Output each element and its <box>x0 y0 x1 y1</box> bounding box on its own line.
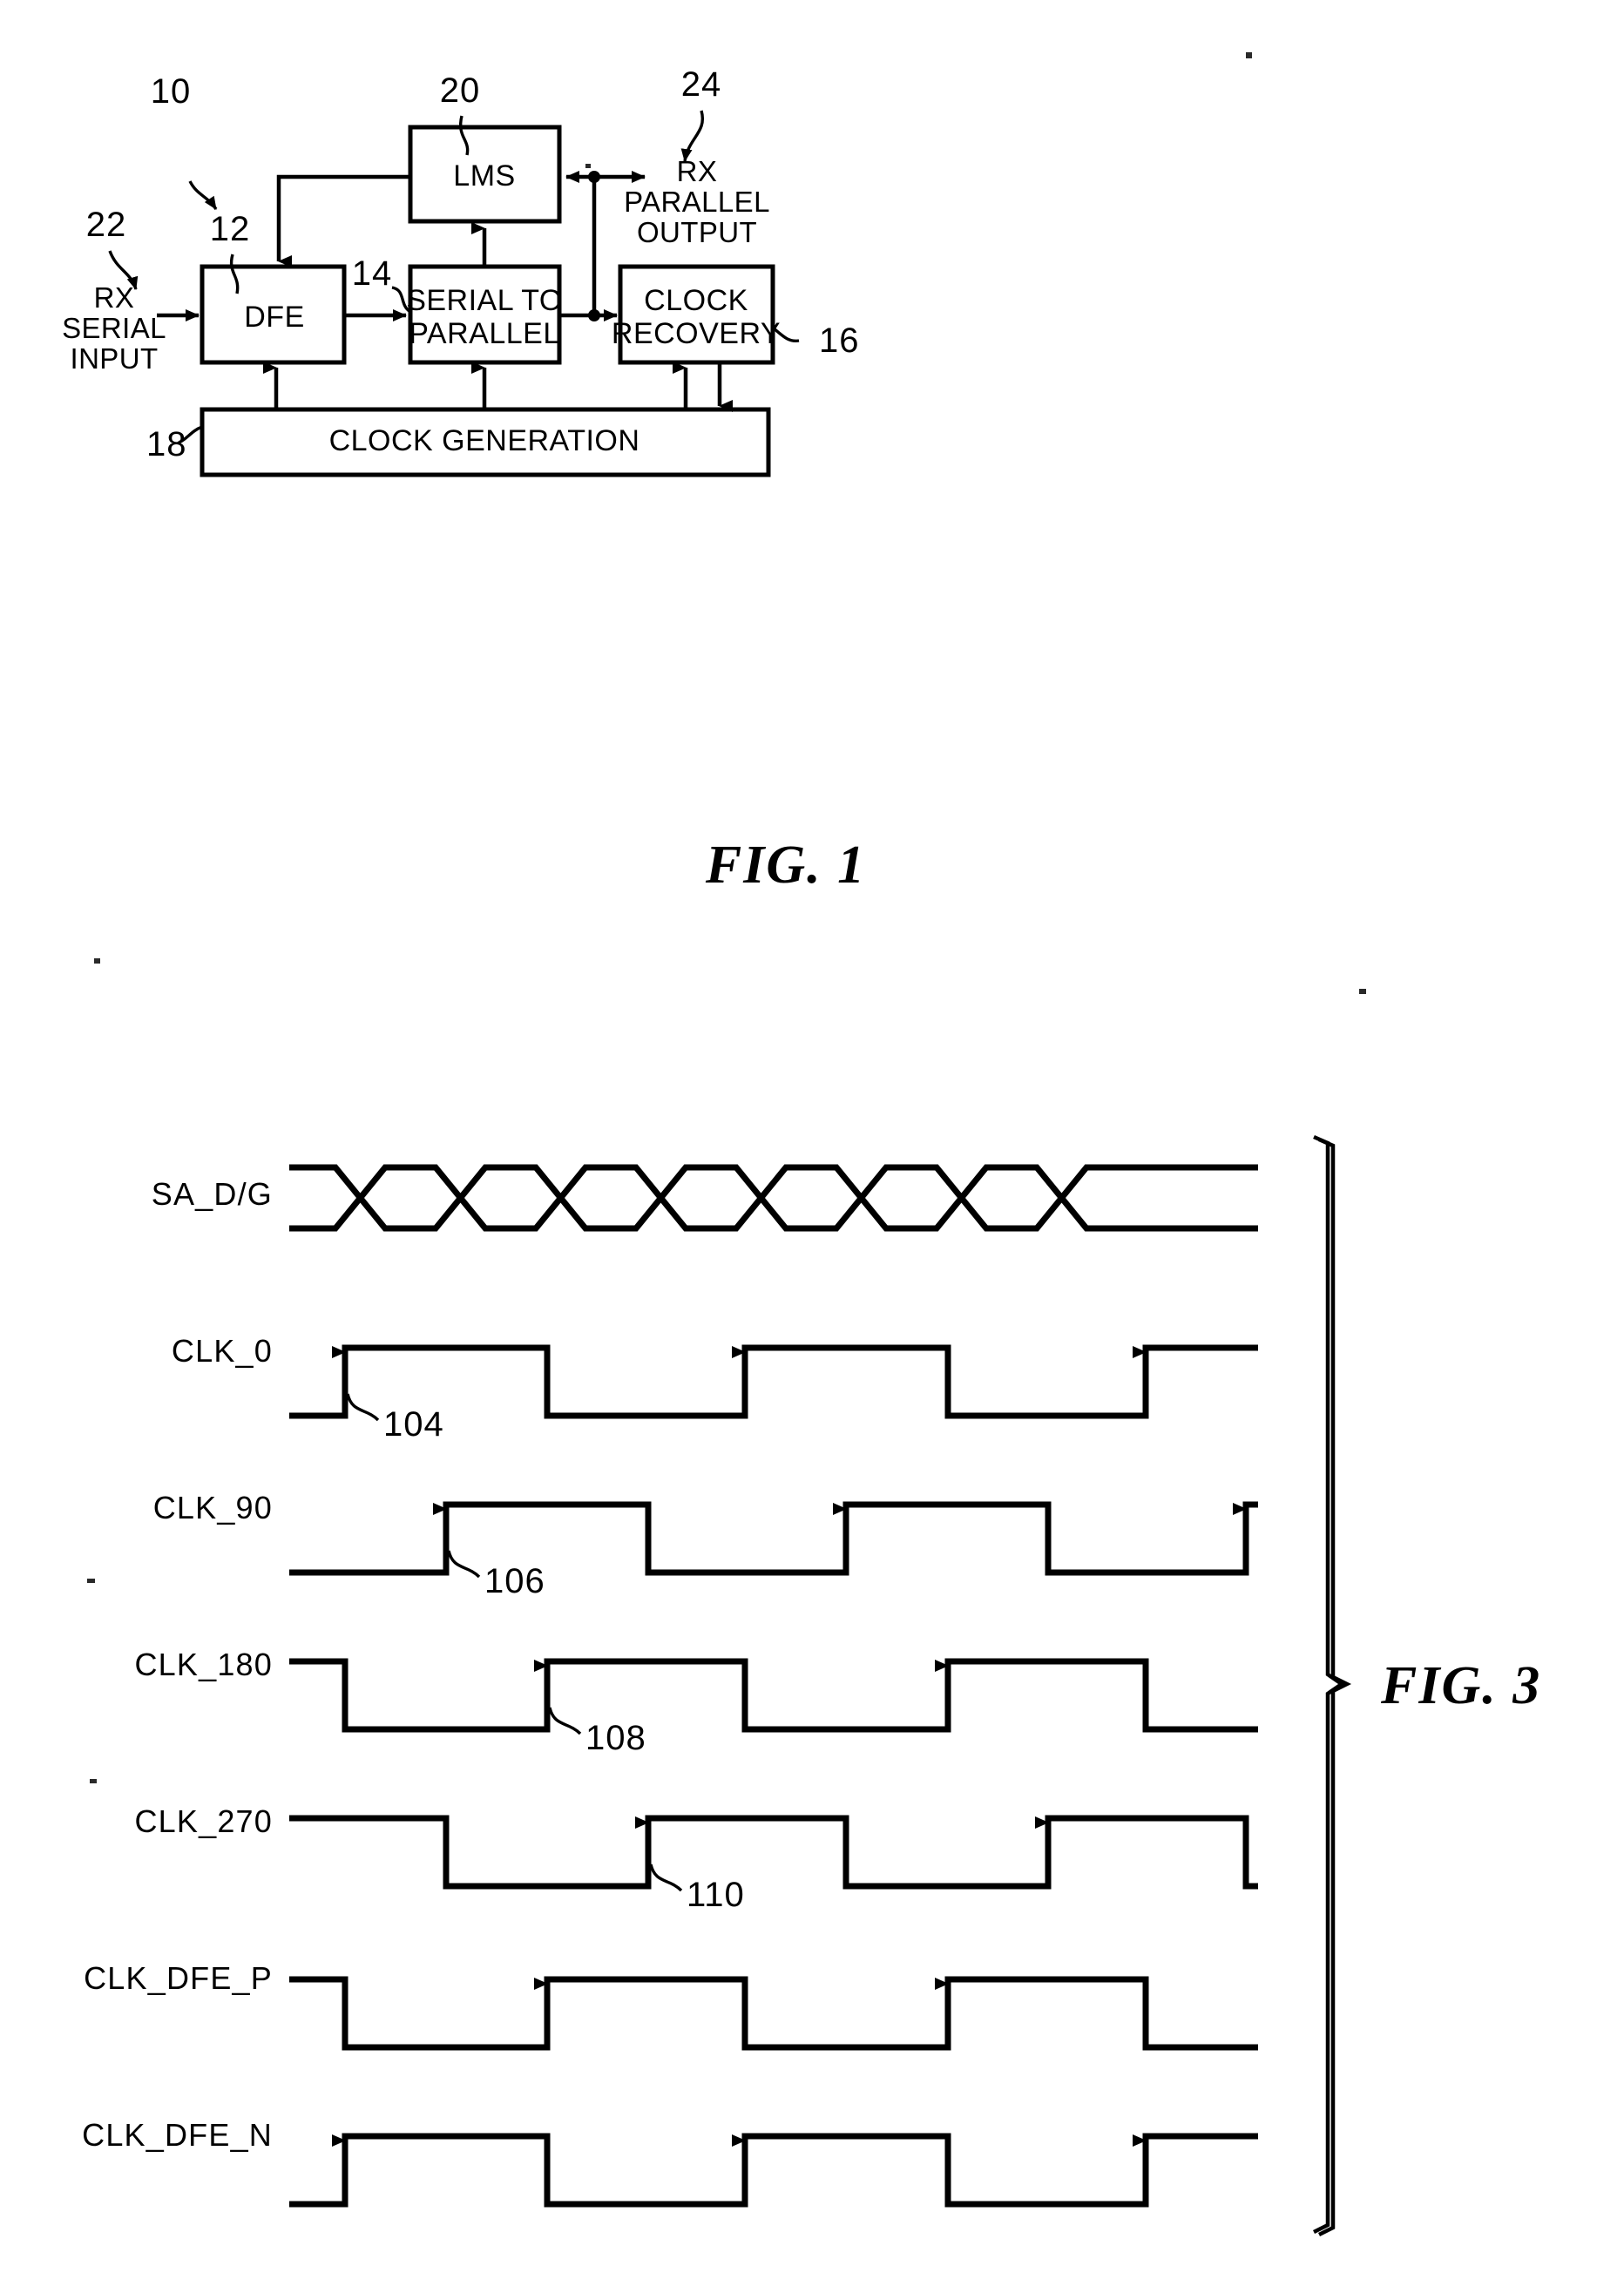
fig1-caption: FIG. 1 <box>705 835 866 895</box>
rx-serial-input-line1: RX <box>94 281 135 314</box>
ref-20: 20 <box>440 71 481 110</box>
signal-label-clk-270: CLK_270 <box>134 1803 273 1839</box>
junction-dot-clock-recovery-in <box>588 309 600 321</box>
waveform-clk-180 <box>289 1658 1258 1733</box>
block-serial-to-parallel-label-line2: PARALLEL <box>409 317 559 350</box>
ref-24: 24 <box>681 65 722 104</box>
ref-108: 108 <box>585 1719 646 1757</box>
patent-drawing-sheet: 10 20 LMS 24 RX PARALLEL OUTPUT 22 RX SE… <box>0 0 1624 2293</box>
ref-22: 22 <box>86 206 127 244</box>
block-lms-label: LMS <box>453 159 515 193</box>
ref-110: 110 <box>687 1876 745 1914</box>
ref-16: 16 <box>819 321 860 360</box>
fig1-group: 10 20 LMS 24 RX PARALLEL OUTPUT 22 RX SE… <box>62 65 866 895</box>
block-clock-recovery-label-line2: RECOVERY <box>612 317 781 350</box>
block-serial-to-parallel-label-line1: SERIAL TO <box>406 284 563 317</box>
ref-10-leader <box>188 180 218 210</box>
block-clock-recovery-label-line1: CLOCK <box>644 284 748 317</box>
ref-18: 18 <box>146 425 187 463</box>
ref-106-leader <box>447 1550 481 1579</box>
ref-20-leader <box>459 115 470 156</box>
scan-speck <box>90 1779 97 1783</box>
waveform-clk-dfe-n <box>289 2133 1258 2208</box>
fig3-group: SA_D/G CLK_0 CLK_90 CLK_180 CLK_270 CLK_… <box>82 1134 1541 2237</box>
rx-serial-input-line2: SERIAL <box>62 312 166 344</box>
ref-108-leader <box>548 1707 582 1735</box>
ref-24-leader <box>680 110 705 162</box>
fig3-caption: FIG. 3 <box>1380 1656 1541 1715</box>
waveform-clk-dfe-p <box>289 1976 1258 2051</box>
signal-label-sa-d-g: SA_D/G <box>152 1176 273 1212</box>
waveform-sa-d-g <box>289 1164 1258 1232</box>
signal-label-clk-0: CLK_0 <box>172 1333 273 1369</box>
rx-parallel-output-line3: OUTPUT <box>637 216 757 248</box>
fig3-brace <box>1312 1134 1352 2237</box>
figure-canvas: 10 20 LMS 24 RX PARALLEL OUTPUT 22 RX SE… <box>62 52 1541 2237</box>
scan-speck <box>1359 989 1366 994</box>
ref-104: 104 <box>383 1405 444 1444</box>
ref-106: 106 <box>484 1562 545 1600</box>
scan-speck <box>94 958 100 964</box>
waveform-clk-90 <box>289 1501 1258 1576</box>
ref-104-leader <box>346 1393 380 1422</box>
scan-speck <box>585 164 591 168</box>
rx-parallel-output-line1: RX <box>677 155 718 187</box>
rx-serial-input-line3: INPUT <box>71 342 159 375</box>
ref-110-leader <box>649 1863 683 1892</box>
ref-14: 14 <box>352 254 393 293</box>
waveform-clk-270 <box>289 1815 1258 1890</box>
ref-10: 10 <box>151 72 192 111</box>
signal-label-clk-dfe-n: CLK_DFE_N <box>82 2117 273 2153</box>
scan-speck <box>87 1579 95 1583</box>
scan-speck <box>1246 52 1252 58</box>
rx-parallel-output-line2: PARALLEL <box>624 186 770 218</box>
signal-label-clk-dfe-p: CLK_DFE_P <box>84 1960 273 1996</box>
signal-label-clk-180: CLK_180 <box>134 1647 273 1682</box>
block-clock-generation-label: CLOCK GENERATION <box>329 424 640 457</box>
wire-lms-to-dfe-feedback <box>276 174 410 267</box>
ref-12: 12 <box>210 210 251 248</box>
signal-label-clk-90: CLK_90 <box>153 1490 273 1525</box>
block-dfe-label: DFE <box>244 301 305 334</box>
ref-12-leader <box>229 254 240 294</box>
